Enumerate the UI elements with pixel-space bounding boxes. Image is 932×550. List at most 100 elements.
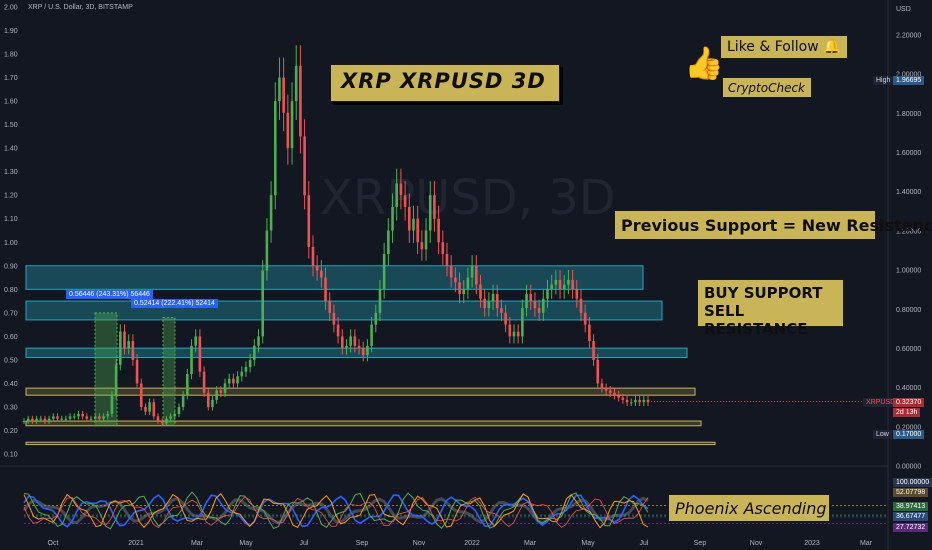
candle-body (328, 301, 332, 313)
candle-body (491, 294, 495, 302)
measure-label-2: 0.52414 (222.41%) 52414 (131, 299, 218, 308)
candle-body (550, 284, 553, 290)
candle-body (232, 378, 235, 384)
buy-support-text: BUY SUPPORT (704, 284, 823, 302)
last-price-tag: 0.32370 (893, 398, 925, 407)
sell-resistance-text: SELL RESISTANCE (704, 302, 808, 338)
candle-body (625, 399, 629, 403)
candle-body (500, 308, 503, 313)
x-axis-tick: Nov (413, 540, 426, 547)
candle-body (60, 418, 63, 420)
candle-body (361, 348, 365, 356)
x-axis-tick: 2023 (804, 540, 820, 547)
candle-body (378, 289, 382, 313)
candle-body (303, 136, 306, 196)
left-axis-tick: 1.70 (4, 75, 18, 82)
candle-body (487, 301, 491, 309)
previous-support-annotation: Previous Support = New Resistance (614, 210, 932, 240)
candle-body (387, 230, 390, 255)
candle-body (516, 331, 520, 337)
x-axis-tick: Nov (750, 540, 763, 547)
left-axis-tick: 0.70 (4, 310, 18, 317)
candle-body (156, 416, 160, 422)
chart-watermark: XRPUSD, 3D (320, 170, 616, 226)
candle-body (370, 324, 373, 346)
support-zone (25, 441, 716, 446)
candle-body (47, 418, 51, 422)
left-axis-tick: 2.00 (4, 5, 18, 12)
candle-body (554, 279, 558, 285)
candle-body (77, 414, 80, 417)
osc-tag-1: 100.00000 (893, 478, 932, 487)
candle-body (332, 312, 336, 325)
measure-label-1: 0.56446 (243.31%) 56446 (66, 290, 153, 299)
symbol-header: XRP / U.S. Dollar, 3D, BITSTAMP (28, 4, 133, 11)
candle-body (353, 336, 357, 346)
candle-body (600, 383, 604, 389)
title-annotation: XRP XRPUSD 3D (330, 64, 560, 102)
x-axis-tick: May (581, 540, 595, 547)
candle-body (89, 418, 93, 420)
candle-body (567, 279, 570, 285)
candle-body (357, 345, 361, 349)
candle-body (194, 336, 198, 346)
buy-sell-annotation: BUY SUPPORT SELL RESISTANCE (697, 279, 844, 338)
candle-body (634, 399, 637, 403)
candle-body (139, 383, 143, 407)
right-axis-tick: 1.40000 (896, 189, 921, 196)
candle-body (227, 378, 231, 384)
candle-body (64, 418, 68, 420)
candle-body (596, 359, 600, 384)
candle-body (56, 416, 59, 419)
candle-body (462, 289, 466, 295)
candle-body (445, 254, 449, 266)
candle-body (102, 416, 105, 419)
candle-body (282, 77, 285, 113)
candle-body (148, 402, 151, 412)
candle-body (35, 418, 38, 422)
candle-body (575, 289, 579, 299)
candle-body (374, 312, 378, 325)
countdown-tag: 2d 13h (893, 408, 921, 417)
candle-body (144, 406, 147, 412)
candle-body (240, 371, 244, 377)
x-axis-tick: Oct (48, 540, 59, 547)
candle-body (320, 270, 323, 278)
candle-body (479, 284, 482, 299)
left-axis-tick: 0.60 (4, 334, 18, 341)
x-axis-tick: May (239, 540, 253, 547)
candle-body (424, 230, 428, 250)
candle-body (160, 421, 164, 424)
candle-body (290, 101, 294, 149)
candle-body (119, 331, 122, 365)
candle-body (81, 414, 84, 417)
candle-body (604, 388, 608, 391)
candle-body (127, 341, 130, 349)
right-axis-tick: 1.60000 (896, 150, 921, 157)
right-axis-tick: 0.80000 (896, 307, 921, 314)
left-axis-tick: 0.50 (4, 357, 18, 364)
candle-body (546, 289, 549, 299)
candle-body (592, 341, 595, 360)
candle-body (617, 395, 620, 398)
candle-body (215, 390, 218, 400)
candle-body (165, 418, 168, 424)
candle-body (123, 331, 126, 349)
left-axis-tick: 1.60 (4, 99, 18, 106)
candle-body (613, 392, 616, 396)
candle-body (609, 390, 612, 393)
candle-body (278, 77, 281, 102)
like-follow-annotation: Like & Follow 🔔 (720, 35, 848, 59)
candle-body (198, 336, 202, 372)
candle-body (504, 312, 507, 325)
candle-body (169, 416, 172, 419)
candle-body (219, 390, 223, 393)
osc-tag-4: 36.67477 (893, 512, 929, 521)
candle-body (173, 414, 177, 417)
x-axis-tick: 2022 (464, 540, 480, 547)
x-axis-tick: Sep (694, 540, 707, 547)
candle-body (177, 406, 181, 415)
candle-body (441, 242, 445, 255)
candle-body (366, 345, 369, 356)
candle-body (336, 324, 340, 337)
